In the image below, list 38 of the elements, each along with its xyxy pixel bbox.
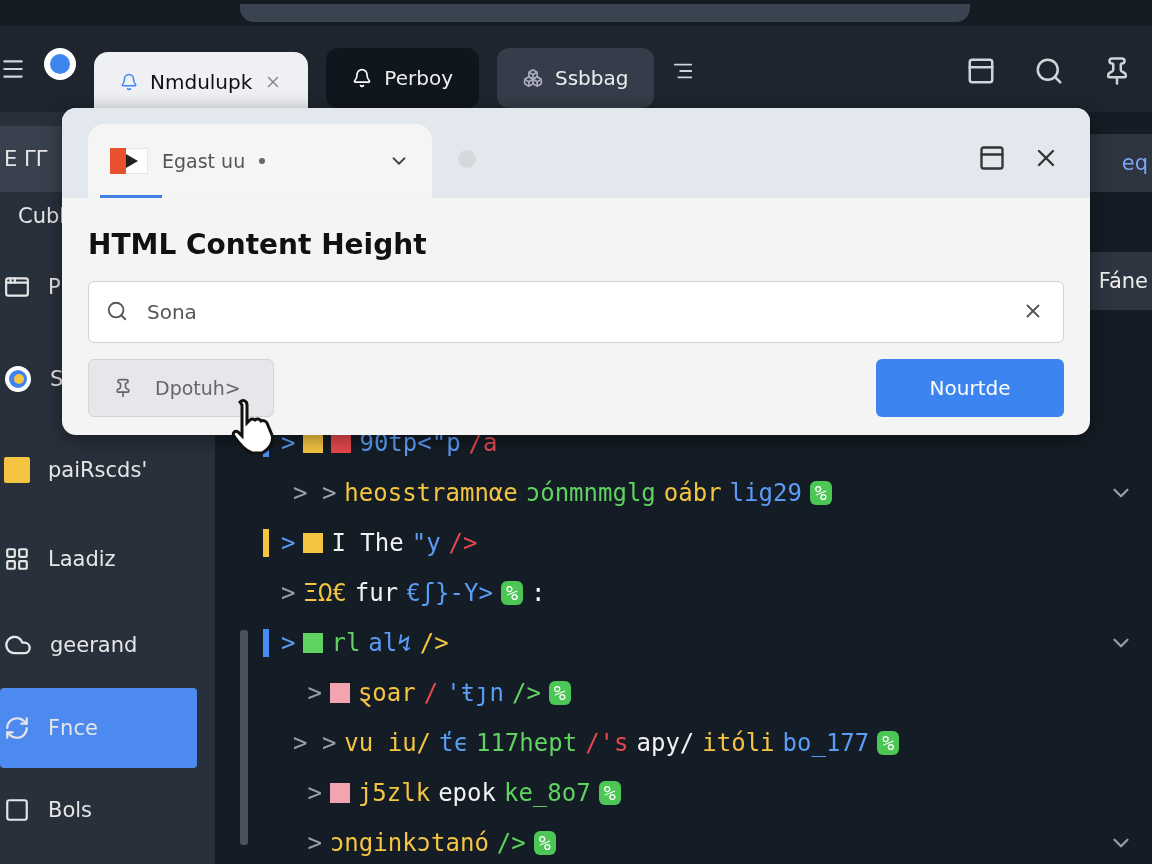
percent-badge: % (877, 731, 900, 755)
percent-badge: % (533, 831, 556, 855)
percent-badge: % (809, 481, 832, 505)
code-token: 'ŧȷn (446, 679, 504, 707)
code-token: ɔnginkɔtanó (329, 829, 489, 857)
code-token: bo_177 (782, 729, 870, 757)
code-token: /> (511, 679, 541, 707)
code-token: 117hept (475, 729, 578, 757)
dialog-title: HTML Content Height (87, 227, 428, 263)
code-token: "y (411, 529, 441, 557)
code-token: ΞΩ€ (303, 579, 347, 607)
code-token: €ʃ}-Y> (406, 579, 493, 607)
percent-badge: % (500, 581, 523, 605)
code-token: /> (419, 629, 449, 657)
code-token: vu iu/ (344, 729, 432, 757)
percent-badge: % (598, 781, 621, 805)
code-token: /> (496, 829, 526, 857)
code-token: apy/ (636, 729, 695, 757)
code-token: oábr (663, 479, 722, 507)
code-token: ke_8o7 (503, 779, 591, 807)
code-token: ťϵ (439, 729, 468, 757)
code-token: fur (354, 579, 399, 607)
code-token: ɔónmnmglg (525, 479, 656, 507)
code-token: itóli (702, 729, 775, 757)
code-token: heosstramnαe (344, 479, 518, 507)
code-token: ȿoar (357, 679, 416, 707)
code-token: /> (448, 529, 478, 557)
code-token: / (423, 679, 439, 707)
code-token: epok (438, 779, 496, 807)
percent-badge: % (548, 681, 571, 705)
code-token: /'s (585, 729, 629, 757)
code-token: j5zlk (357, 779, 431, 807)
code-token: lig29 (729, 479, 802, 507)
code-token: : (530, 579, 546, 607)
code-token: /a (468, 429, 498, 457)
code-token: I The (331, 529, 404, 557)
code-token: rl (331, 629, 361, 657)
code-token: al↯ (368, 629, 412, 657)
